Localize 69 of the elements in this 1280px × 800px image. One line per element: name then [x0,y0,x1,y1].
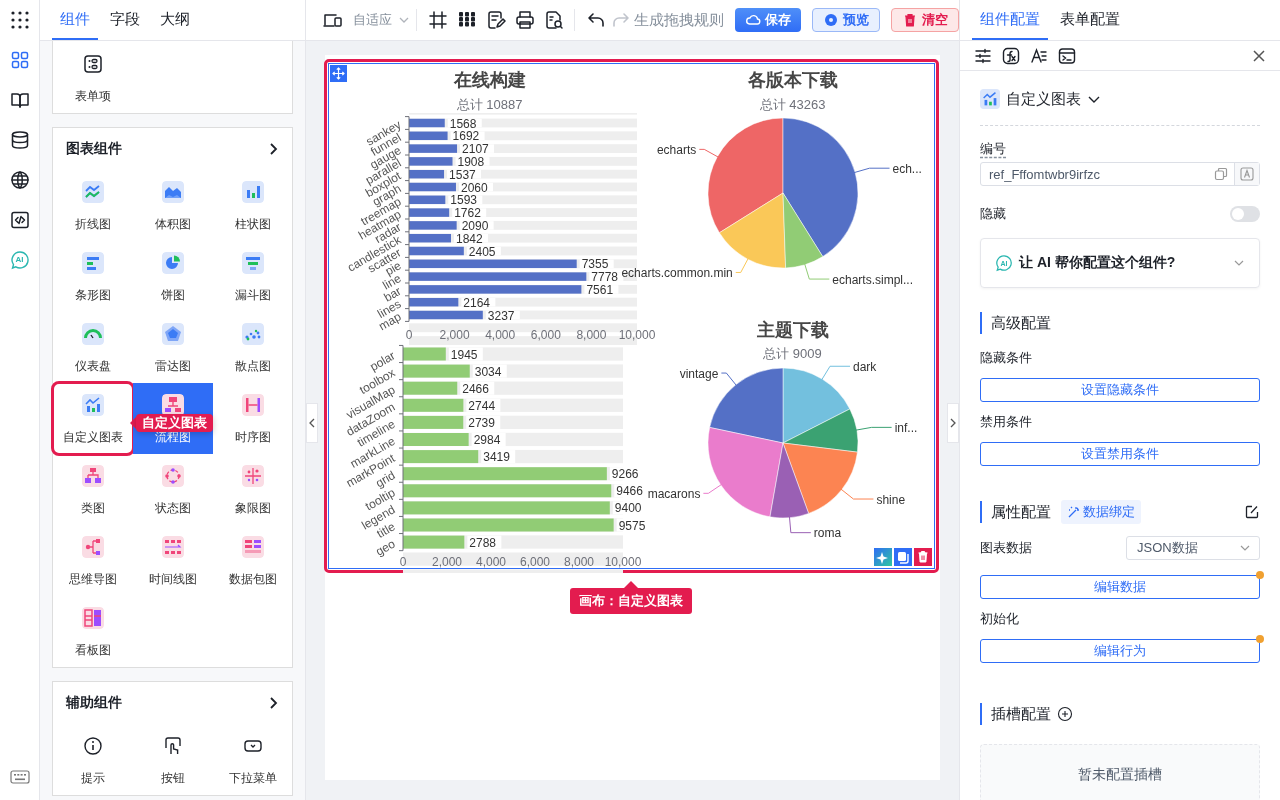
value-label: 7561 [586,282,614,297]
slice-label: vintage [679,366,719,381]
value-label: 9400 [614,501,642,516]
tick-label: 4,000 [485,328,516,342]
value-label: 3034 [474,364,502,379]
value-label: 1593 [450,193,477,208]
value-label: 7355 [581,257,609,272]
value-label: 3237 [487,308,515,323]
slice-label: echarts.simpl... [832,272,913,287]
field-label: 初始化 [980,610,1020,628]
tick-label: 8,000 [564,555,594,569]
value-label: 1762 [454,206,481,221]
tick-label: 6,000 [530,328,561,342]
tick-label: 6,000 [520,555,550,569]
field-label: 禁用条件 [980,413,1033,431]
value-label: 2466 [462,381,489,396]
tick-label: 10,000 [604,555,642,569]
value-label: 1908 [457,154,485,169]
empty-slots-text: 暂未配置插槽 [1078,766,1162,784]
chart-title: 在线构建 [453,69,526,92]
value-label: 1568 [449,116,477,131]
slice-label: roma [813,526,842,541]
value-label: 1537 [449,167,476,182]
value-label: 9575 [618,518,646,533]
tick-label: 0 [405,328,413,342]
value-label: 2788 [469,535,497,550]
slice-label: ech... [892,161,922,176]
value-label: 2107 [462,142,489,157]
value-label: 7778 [591,270,619,285]
chart-title: 主题下载 [756,319,829,342]
chart-title: 各版本下载 [747,69,838,92]
tick-label: 10,000 [618,328,656,342]
group-title: 图表组件 [66,140,122,158]
value-label: 1842 [456,231,483,246]
value-label: 3419 [483,450,510,465]
chart-subtitle: 总计 10887 [456,97,523,113]
tick-label: 4,000 [476,555,506,569]
value-label: 2739 [468,415,495,430]
slice-label: echarts.common.min [621,265,733,280]
tick-label: 2,000 [439,328,470,342]
slice-label: macarons [647,486,701,501]
slice-label: echarts [656,142,697,157]
chart-subtitle: 总计 9009 [763,346,822,362]
tick-label: 2,000 [432,555,462,569]
field-label: 隐藏 [980,205,1006,223]
slice-label: dark [853,359,877,374]
field-label: 隐藏条件 [980,349,1033,367]
value-label: 1945 [450,347,478,362]
value-label: 2090 [461,218,489,233]
value-label: 9266 [611,467,639,482]
slice-label: shine [876,492,906,507]
chart-subtitle: 总计 43263 [759,97,826,113]
slice-label: inf... [894,420,918,435]
section-title: 高级配置 [991,313,1051,333]
tick-label: 0 [399,555,407,569]
drag-tooltip: 自定义图表 [130,414,213,432]
value-label: 2060 [460,180,488,195]
value-label: 2164 [463,295,491,310]
group-title: 辅助组件 [66,694,122,712]
value-label: 1692 [452,129,480,144]
tick-label: 8,000 [576,328,607,342]
field-label: 编号 [980,140,1007,158]
section-title: 属性配置 [991,502,1051,522]
value-label: 2744 [468,398,496,413]
section-title: 插槽配置 [991,704,1051,724]
field-label: 图表数据 [980,539,1032,557]
value-label: 9466 [616,484,643,499]
value-label: 2405 [468,244,496,259]
value-label: 2984 [473,433,501,447]
